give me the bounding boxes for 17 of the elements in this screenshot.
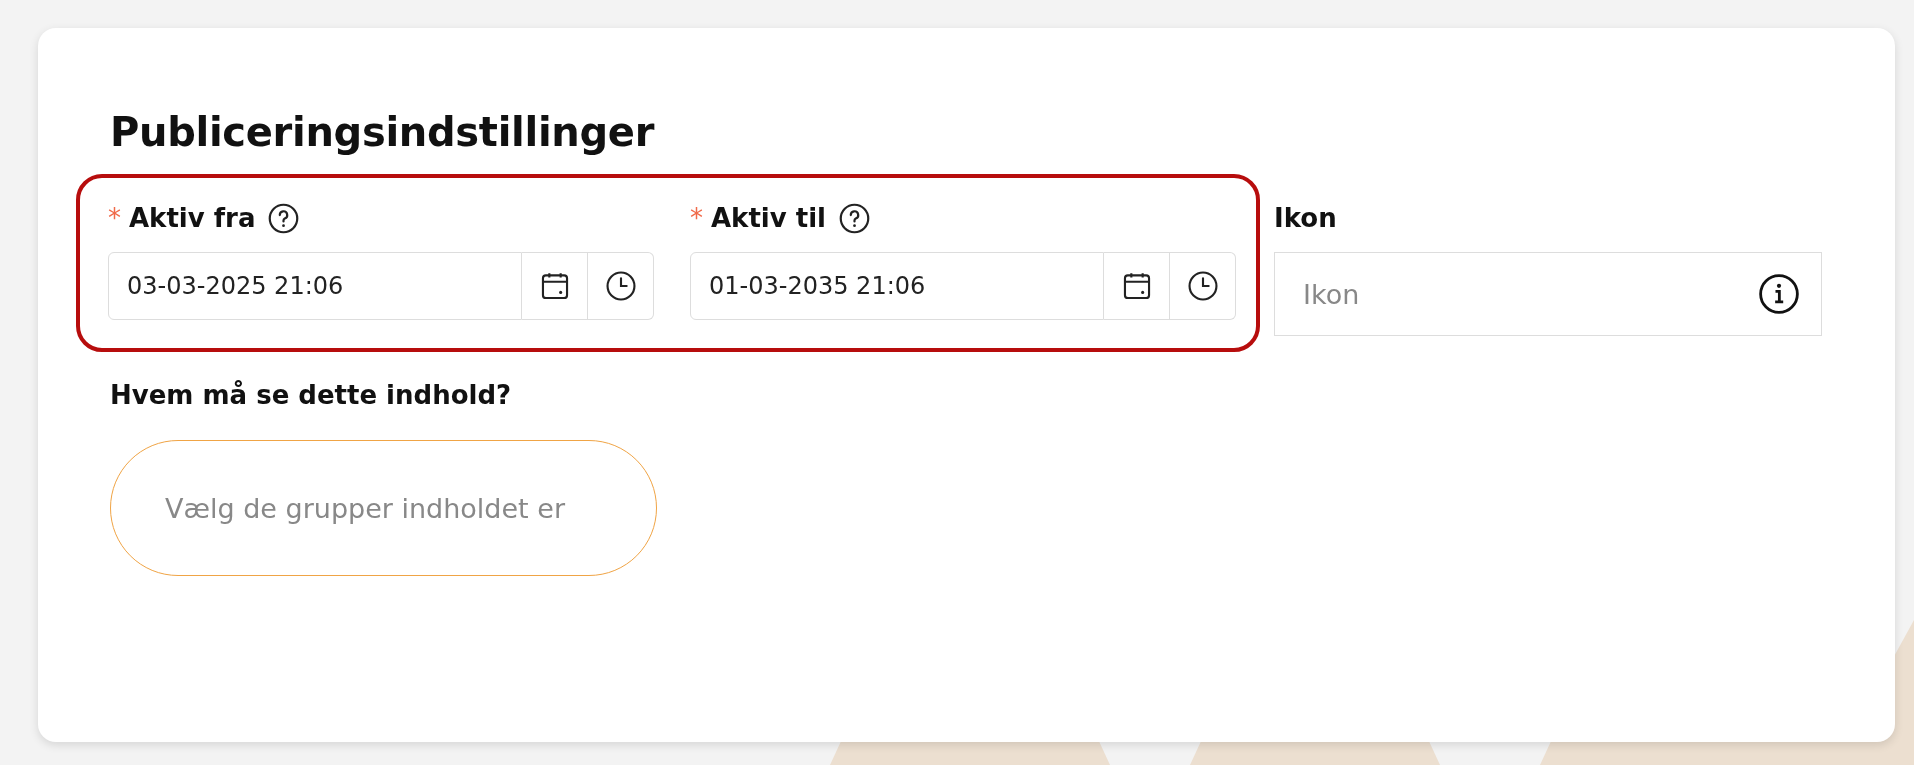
required-mark: * <box>690 203 703 233</box>
field-label: Aktiv fra <box>129 203 256 233</box>
icon-input-field[interactable]: Ikon <box>1274 252 1822 336</box>
calendar-button[interactable] <box>1104 252 1170 320</box>
info-icon[interactable] <box>1758 273 1800 315</box>
date-time-field[interactable]: 01-03-2035 21:06 <box>690 252 1104 320</box>
required-mark: * <box>108 203 121 233</box>
help-icon[interactable] <box>838 201 871 235</box>
date-time-field[interactable]: 03-03-2025 21:06 <box>108 252 522 320</box>
calendar-button[interactable] <box>522 252 588 320</box>
group-select-field[interactable]: Vælg de grupper indholdet er <box>110 440 657 576</box>
clock-button[interactable] <box>1170 252 1236 320</box>
field-label: Ikon <box>1274 203 1337 233</box>
help-icon[interactable] <box>267 201 301 235</box>
field-label: Aktiv til <box>711 203 826 233</box>
clock-button[interactable] <box>588 252 654 320</box>
field-label: Hvem må se dette indhold? <box>110 380 512 410</box>
